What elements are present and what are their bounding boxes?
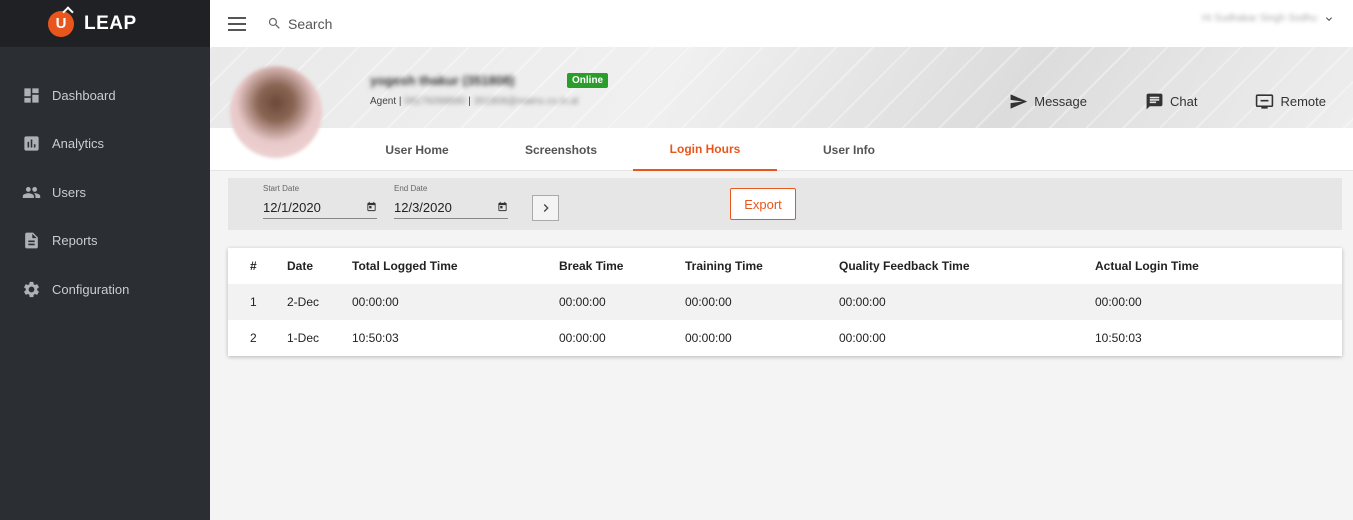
table-row[interactable]: 2 1-Dec 10:50:03 00:00:00 00:00:00 00:00… (228, 320, 1342, 356)
column-header: Training Time (685, 259, 763, 273)
sidebar-item-users[interactable]: Users (0, 168, 210, 217)
sidebar-nav: Dashboard Analytics Users Reports Config… (0, 71, 210, 314)
tab-login-hours[interactable]: Login Hours (633, 128, 777, 171)
analytics-icon (22, 134, 41, 153)
table-cell: 2-Dec (287, 295, 320, 309)
sidebar-item-label: Users (52, 184, 86, 200)
sidebar-item-label: Configuration (52, 281, 130, 297)
monitor-icon (1256, 94, 1274, 109)
search-input[interactable] (288, 15, 588, 32)
tab-user-home[interactable]: User Home (362, 128, 472, 171)
sidebar-item-label: Analytics (52, 136, 105, 152)
users-icon (22, 183, 41, 202)
start-date-field[interactable]: Start Date 12/1/2020 (263, 184, 377, 219)
column-header: # (250, 259, 257, 273)
message-label: Message (1034, 94, 1087, 109)
reports-icon (22, 231, 41, 250)
role-separator: | (468, 96, 471, 107)
calendar-icon[interactable] (366, 200, 377, 215)
hamburger-menu-icon[interactable] (228, 16, 246, 31)
sidebar-item-label: Reports (52, 233, 98, 249)
sidebar-item-label: Dashboard (52, 87, 116, 103)
column-header: Total Logged Time (352, 259, 458, 273)
profile-email: 351808@mains.co.in.al (473, 96, 579, 107)
chevron-right-icon (543, 204, 549, 212)
profile-role: Agent | 08176098890 | 351808@mains.co.in… (370, 96, 578, 107)
column-header: Date (287, 259, 314, 273)
start-date-value: 12/1/2020 (263, 200, 321, 215)
table-cell: 1 (250, 295, 257, 309)
tab-screenshots[interactable]: Screenshots (506, 128, 616, 171)
avatar (230, 66, 322, 158)
table-header-row: # Date Total Logged Time Break Time Trai… (228, 248, 1342, 284)
dashboard-icon (22, 86, 41, 105)
user-name: Hi Sudhakar Singh Sodhu (1201, 12, 1317, 24)
chat-button[interactable]: Chat (1145, 92, 1197, 111)
remote-label: Remote (1280, 94, 1326, 109)
tab-user-info[interactable]: User Info (794, 128, 904, 171)
message-button[interactable]: Message (1009, 92, 1087, 111)
search-icon (267, 16, 282, 31)
sidebar-item-analytics[interactable]: Analytics (0, 120, 210, 169)
profile-header: yogesh thakur (351808) Online Agent | 08… (210, 47, 1353, 128)
table-cell: 1-Dec (287, 331, 320, 345)
brand-name: LEAP (84, 12, 137, 34)
role-label: Agent | (370, 96, 402, 107)
table-cell: 00:00:00 (1095, 295, 1142, 309)
start-date-label: Start Date (263, 184, 300, 193)
leap-logo-icon: U (48, 10, 74, 37)
export-button[interactable]: Export (730, 188, 796, 220)
profile-actions: Message Chat Remote (1009, 92, 1326, 111)
column-header: Quality Feedback Time (839, 259, 970, 273)
column-header: Break Time (559, 259, 624, 273)
table-cell: 00:00:00 (352, 295, 399, 309)
chevron-down-icon (1323, 12, 1335, 24)
send-icon (1010, 94, 1028, 109)
table-cell: 00:00:00 (685, 295, 732, 309)
end-date-value: 12/3/2020 (394, 200, 452, 215)
chat-label: Chat (1170, 94, 1198, 109)
sidebar-item-reports[interactable]: Reports (0, 217, 210, 266)
apply-date-button[interactable] (532, 195, 559, 221)
chat-icon (1146, 93, 1163, 110)
table-cell: 00:00:00 (685, 331, 732, 345)
gear-icon (22, 280, 41, 299)
table-cell: 00:00:00 (839, 331, 886, 345)
brand[interactable]: U LEAP (0, 0, 210, 47)
topbar: Hi Sudhakar Singh Sodhu (210, 0, 1353, 47)
profile-phone: 08176098890 (404, 96, 466, 107)
table-cell: 2 (250, 331, 257, 345)
profile-name: yogesh thakur (351808) (370, 73, 515, 88)
table-cell: 10:50:03 (1095, 331, 1142, 345)
date-filter-bar: Start Date 12/1/2020 End Date 12/3/2020 … (228, 178, 1342, 230)
table-cell: 00:00:00 (559, 331, 606, 345)
end-date-label: End Date (394, 184, 428, 193)
column-header: Actual Login Time (1095, 259, 1199, 273)
table-cell: 10:50:03 (352, 331, 399, 345)
login-hours-table: # Date Total Logged Time Break Time Trai… (228, 248, 1342, 356)
end-date-field[interactable]: End Date 12/3/2020 (394, 184, 508, 219)
calendar-icon[interactable] (497, 200, 508, 215)
remote-button[interactable]: Remote (1255, 92, 1326, 111)
sidebar: U LEAP Dashboard Analytics Users Reports… (0, 0, 210, 520)
sidebar-item-configuration[interactable]: Configuration (0, 265, 210, 314)
table-cell: 00:00:00 (839, 295, 886, 309)
user-menu[interactable]: Hi Sudhakar Singh Sodhu (1202, 12, 1335, 24)
sidebar-item-dashboard[interactable]: Dashboard (0, 71, 210, 120)
tabs: User Home Screenshots Login Hours User I… (210, 128, 1353, 171)
status-badge: Online (567, 73, 609, 88)
table-cell: 00:00:00 (559, 295, 606, 309)
table-row[interactable]: 1 2-Dec 00:00:00 00:00:00 00:00:00 00:00… (228, 284, 1342, 320)
